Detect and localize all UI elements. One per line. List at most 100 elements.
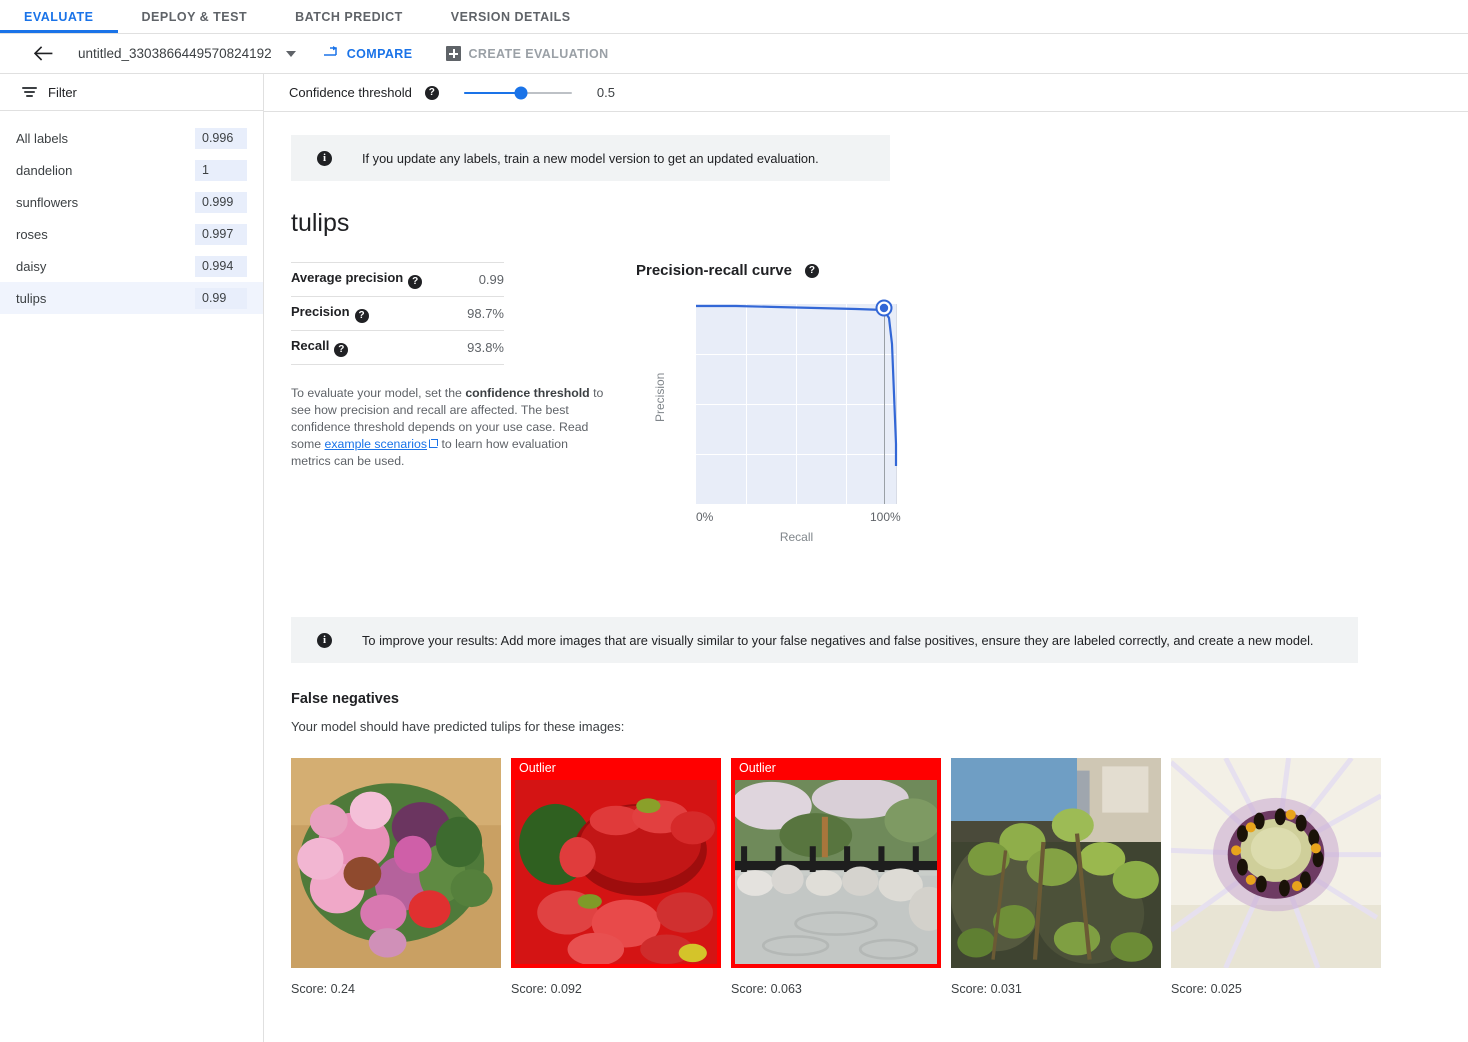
update-labels-banner-text: If you update any labels, train a new mo… [362,150,819,166]
sidebar-item-daisy[interactable]: daisy 0.994 [0,250,263,282]
chart-curve [696,299,898,466]
evaluation-content: i If you update any labels, train a new … [264,135,1468,996]
metric-name: Precision [291,304,350,319]
list-item[interactable]: Score: 0.025 [1171,758,1381,996]
false-negatives-grid: Score: 0.24 Outlier Score: 0.092 Outlier… [291,758,1468,996]
external-link-icon [429,439,439,448]
slider-track-filled [463,91,522,94]
action-bar: untitled_3303866449570824192 COMPARE CRE… [0,34,1468,74]
sidebar-item-sunflowers[interactable]: sunflowers 0.999 [0,186,263,218]
chart-title: Precision-recall curve [636,262,792,279]
filter-button[interactable]: Filter [0,74,263,111]
sidebar-item-all-labels[interactable]: All labels 0.996 [0,122,263,154]
outlier-badge: Outlier [739,761,776,775]
help-icon[interactable]: ? [354,309,369,323]
thumbnail-frame-outlier[interactable]: Outlier [731,758,941,968]
help-icon[interactable]: ? [334,343,349,357]
label-score: 0.999 [195,191,247,213]
info-icon: i [317,632,332,648]
metrics-description: To evaluate your model, set the confiden… [291,385,607,470]
improve-results-banner-text: To improve your results: Add more images… [362,632,1314,648]
list-item[interactable]: Score: 0.031 [951,758,1161,996]
desc-part-1: To evaluate your model, set the [291,386,466,400]
chevron-down-icon[interactable] [285,50,296,57]
main-tabbar: EVALUATE DEPLOY & TEST BATCH PREDICT VER… [0,0,1468,34]
false-negative-image [515,780,717,964]
outlier-badge: Outlier [519,761,556,775]
metric-value: 98.7% [467,306,504,321]
table-row: Average precision? 0.99 [291,262,504,297]
chart-header: Precision-recall curve ? [636,262,926,279]
thumbnail-frame[interactable] [1171,758,1381,968]
metrics-panel: Average precision? 0.99 Precision? 98.7%… [291,262,603,594]
label-score: 0.994 [195,255,247,277]
tab-batch-predict[interactable]: BATCH PREDICT [271,0,427,33]
main-content: Confidence threshold ? 0.5 i If you upda… [264,74,1468,1042]
list-item[interactable]: Outlier [511,758,721,996]
chart-canvas [696,299,898,504]
example-scenarios-link[interactable]: example scenarios [325,437,428,451]
model-name: untitled_3303866449570824192 [78,46,272,61]
sidebar-item-dandelion[interactable]: dandelion 1 [0,154,263,186]
list-item[interactable]: Score: 0.24 [291,758,501,996]
tab-deploy-and-test-label: DEPLOY & TEST [141,9,248,24]
compare-button[interactable]: COMPARE [323,45,413,62]
chart-x-axis-label: Recall [779,530,814,544]
compare-icon [323,45,340,62]
label-score: 0.996 [195,127,247,149]
metric-name: Average precision [291,270,404,285]
compare-button-label: COMPARE [346,46,413,61]
false-negative-image [735,780,937,964]
tab-deploy-and-test[interactable]: DEPLOY & TEST [118,0,272,33]
create-evaluation-label: CREATE EVALUATION [468,46,609,61]
label-name: All labels [16,130,69,146]
metrics-and-chart: Average precision? 0.99 Precision? 98.7%… [264,262,1468,594]
false-negative-score: Score: 0.24 [291,982,355,996]
confidence-threshold-row: Confidence threshold ? 0.5 [264,74,1468,112]
confidence-threshold-label: Confidence threshold [289,85,412,100]
filter-label: Filter [48,84,77,100]
arrow-left-icon[interactable] [30,41,56,67]
label-name: tulips [16,290,47,306]
thumbnail-frame[interactable] [951,758,1161,968]
label-name: dandelion [16,162,73,178]
false-negative-score: Score: 0.031 [951,982,1022,996]
precision-recall-chart: Precision-recall curve ? Precision 0% 10… [636,262,926,594]
help-icon[interactable]: ? [804,263,819,278]
label-score: 1 [195,159,247,181]
slider-thumb[interactable] [514,86,528,99]
thumbnail-frame[interactable] [291,758,501,968]
filter-list-icon [22,86,37,98]
sidebar-item-roses[interactable]: roses 0.997 [0,218,263,250]
help-icon[interactable]: ? [424,85,439,100]
update-labels-banner: i If you update any labels, train a new … [291,135,890,181]
help-icon[interactable]: ? [408,275,423,289]
table-row: Precision? 98.7% [291,297,504,331]
thumbnail-frame-outlier[interactable]: Outlier [511,758,721,968]
confidence-threshold-value: 0.5 [596,85,615,100]
metric-value: 0.99 [478,272,504,287]
sidebar-item-tulips[interactable]: tulips 0.99 [0,282,263,314]
label-list: All labels 0.996 dandelion 1 sunflowers … [0,111,263,314]
chart-x-tick-max: 100% [870,510,901,524]
page-body: Filter All labels 0.996 dandelion 1 sunf… [0,74,1468,1042]
confidence-threshold-slider[interactable] [463,86,572,100]
false-negatives-title: False negatives [291,691,399,707]
label-score: 0.99 [195,287,247,309]
false-negative-image [951,758,1161,968]
labels-sidebar: Filter All labels 0.996 dandelion 1 sunf… [0,74,264,1042]
tab-evaluate-label: EVALUATE [24,9,94,24]
label-name: sunflowers [16,194,79,210]
false-negative-image [1171,758,1381,968]
metric-value: 93.8% [467,340,504,355]
list-item[interactable]: Outlier [731,758,941,996]
false-negative-score: Score: 0.092 [511,982,582,996]
metric-name-cell: Precision? [291,297,457,331]
create-evaluation-button[interactable]: CREATE EVALUATION [446,46,608,61]
chart-plot-area: Precision 0% 100% Recall [636,299,926,594]
desc-bold: confidence threshold [465,386,590,400]
tab-evaluate[interactable]: EVALUATE [0,0,118,33]
tab-version-details[interactable]: VERSION DETAILS [427,0,595,33]
metric-name-cell: Average precision? [291,263,457,297]
table-row: Recall? 93.8% [291,331,504,365]
